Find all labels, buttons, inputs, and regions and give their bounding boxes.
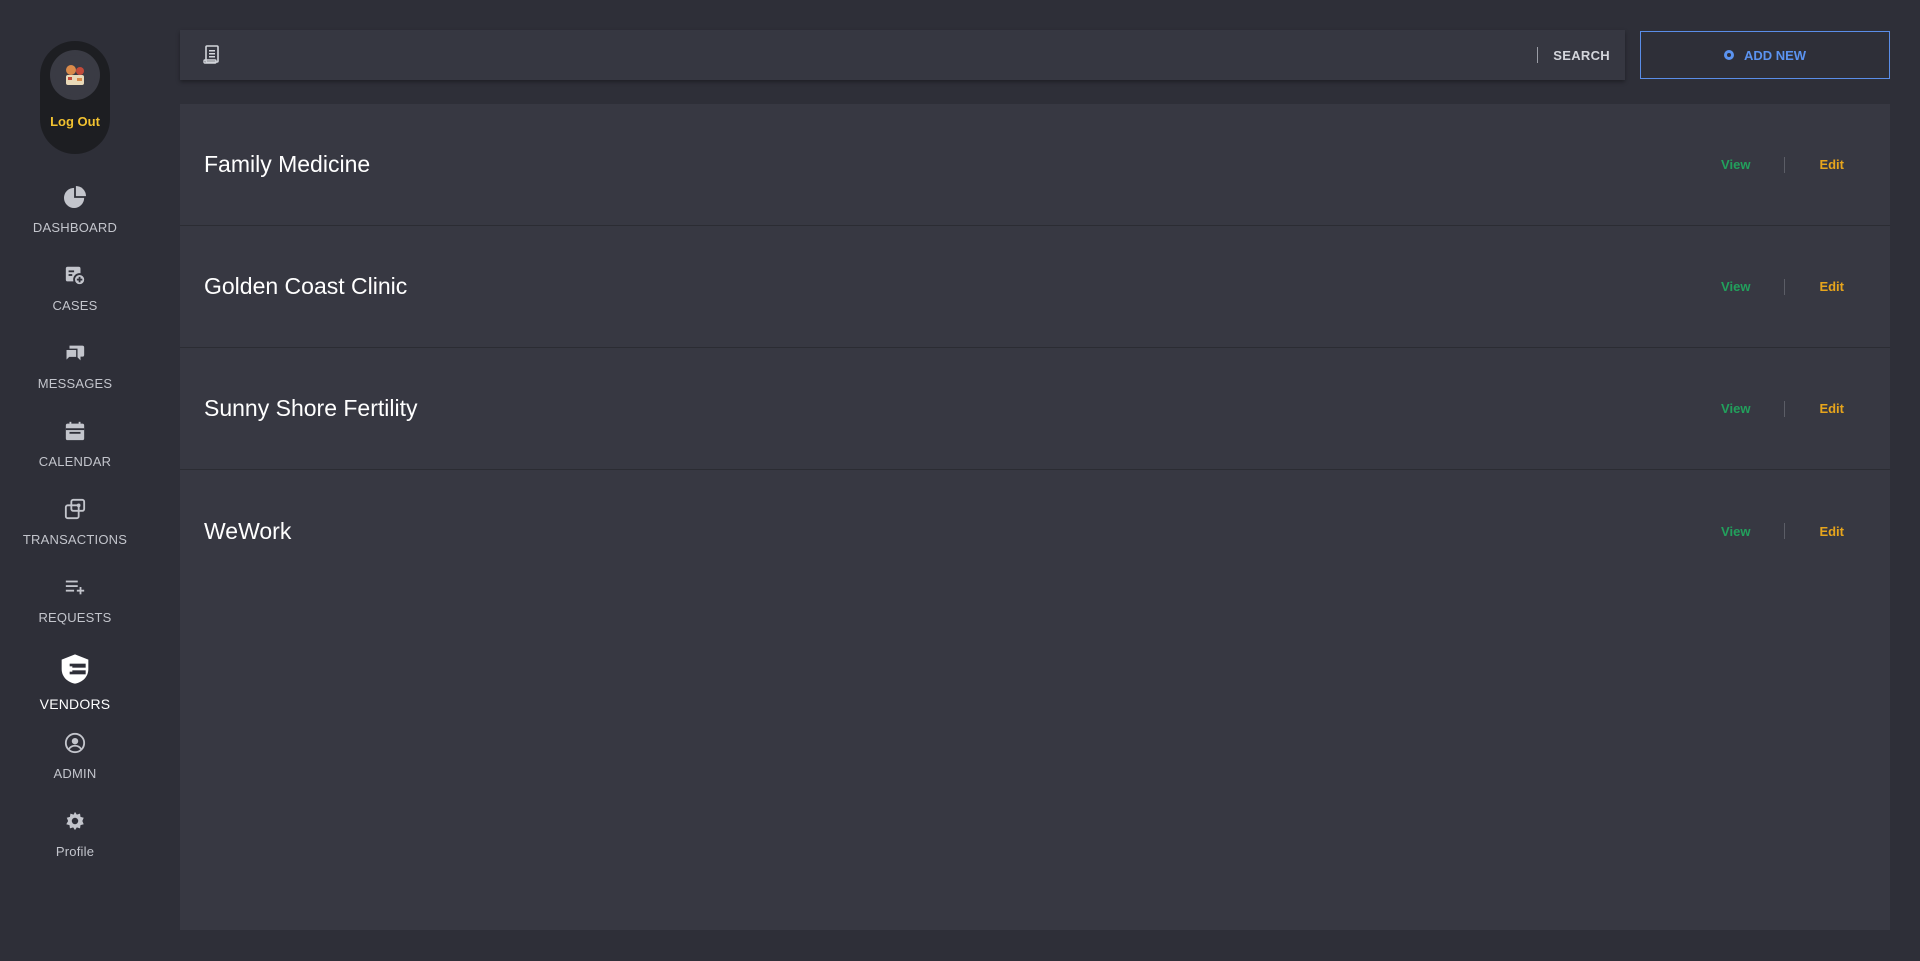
calendar-icon xyxy=(62,418,88,444)
sidebar-item-vendors[interactable]: VENDORS xyxy=(0,652,150,730)
list-item: Family Medicine View Edit xyxy=(180,104,1890,226)
divider xyxy=(1784,156,1786,173)
sidebar-item-cases[interactable]: CASES xyxy=(0,262,150,340)
add-new-label: ADD NEW xyxy=(1743,47,1807,63)
sidebar-item-label: CALENDAR xyxy=(38,454,112,469)
vendor-shield-icon xyxy=(58,652,92,686)
search-input[interactable] xyxy=(222,30,1538,80)
edit-link[interactable]: Edit xyxy=(1819,524,1844,539)
row-actions: View Edit xyxy=(1721,278,1844,295)
row-actions: View Edit xyxy=(1721,156,1844,173)
view-link[interactable]: View xyxy=(1721,401,1750,416)
edit-link[interactable]: Edit xyxy=(1819,279,1844,294)
divider xyxy=(1784,400,1786,417)
cases-icon xyxy=(62,262,88,288)
add-new-button[interactable]: ADD NEW xyxy=(1640,31,1890,79)
search-button[interactable]: SEARCH xyxy=(1553,48,1610,63)
edit-link[interactable]: Edit xyxy=(1819,401,1844,416)
sidebar-item-label: MESSAGES xyxy=(37,376,113,391)
vendor-list: Family Medicine View Edit Golden Coast C… xyxy=(180,104,1890,930)
vendor-name: WeWork xyxy=(204,517,292,544)
sidebar-item-transactions[interactable]: TRANSACTIONS xyxy=(0,496,150,574)
document-icon xyxy=(202,45,222,65)
vendor-name: Sunny Shore Fertility xyxy=(204,395,418,421)
sidebar-item-label: TRANSACTIONS xyxy=(22,532,128,547)
sidebar-item-label: ADMIN xyxy=(53,766,97,781)
playlist-add-icon xyxy=(62,574,88,600)
gear-icon xyxy=(62,808,88,834)
view-link[interactable]: View xyxy=(1721,279,1750,294)
sidebar-item-label: Profile xyxy=(55,844,95,859)
sidebar-item-label: DASHBOARD xyxy=(32,220,118,235)
row-actions: View Edit xyxy=(1721,400,1844,417)
vendor-name: Family Medicine xyxy=(204,151,371,177)
row-actions: View Edit xyxy=(1721,523,1844,539)
add-circle-icon xyxy=(1723,50,1734,60)
vendor-name: Golden Coast Clinic xyxy=(204,273,408,299)
sidebar-item-admin[interactable]: ADMIN xyxy=(0,730,150,808)
user-circle-icon xyxy=(62,730,88,756)
logout-button[interactable]: Log Out xyxy=(50,114,100,129)
list-item: Sunny Shore Fertility View Edit xyxy=(180,348,1890,470)
sidebar-item-messages[interactable]: MESSAGES xyxy=(0,340,150,418)
view-link[interactable]: View xyxy=(1721,524,1750,539)
list-item: WeWork View Edit xyxy=(180,470,1890,592)
avatar-illustration xyxy=(55,55,95,95)
pie-chart-icon xyxy=(62,184,88,210)
edit-link[interactable]: Edit xyxy=(1819,157,1844,172)
chat-bubbles-icon xyxy=(62,340,88,366)
search-bar: SEARCH xyxy=(180,30,1625,80)
transactions-icon xyxy=(62,496,88,522)
list-item: Golden Coast Clinic View Edit xyxy=(180,226,1890,348)
sidebar-item-label: REQUESTS xyxy=(38,610,112,625)
sidebar: Log Out DASHBOARD CASES MESSAGES CALENDA… xyxy=(0,0,150,961)
sidebar-item-label: CASES xyxy=(52,298,98,313)
divider xyxy=(1784,523,1786,539)
view-link[interactable]: View xyxy=(1721,157,1750,172)
sidebar-item-dashboard[interactable]: DASHBOARD xyxy=(0,184,150,262)
user-menu: Log Out xyxy=(40,41,110,154)
divider xyxy=(1537,47,1539,63)
sidebar-nav: DASHBOARD CASES MESSAGES CALENDAR TRANSA… xyxy=(0,184,150,886)
sidebar-item-calendar[interactable]: CALENDAR xyxy=(0,418,150,496)
sidebar-item-requests[interactable]: REQUESTS xyxy=(0,574,150,652)
avatar[interactable] xyxy=(50,50,100,100)
divider xyxy=(1784,278,1786,295)
sidebar-item-label: VENDORS xyxy=(39,696,111,712)
sidebar-item-profile[interactable]: Profile xyxy=(0,808,150,886)
